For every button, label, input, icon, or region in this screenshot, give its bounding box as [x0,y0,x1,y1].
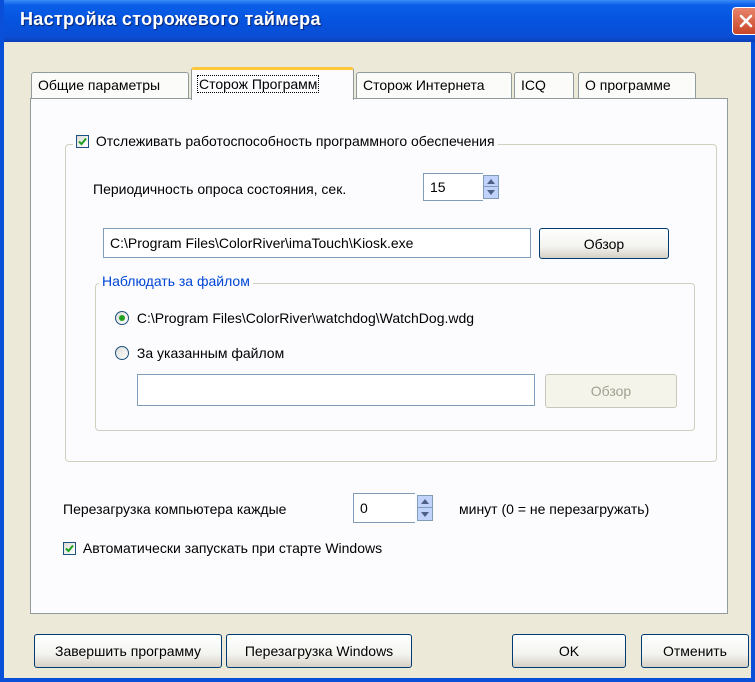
tab-label: ICQ [521,77,546,93]
autostart-label: Автоматически запускать при старте Windo… [82,540,383,557]
radio-custom-file[interactable] [115,346,129,361]
tab-about[interactable]: О программе [578,72,696,98]
restart-windows-button[interactable]: Перезагрузка Windows [226,634,412,668]
reboot-suffix: минут (0 = не перезагружать) [459,501,650,517]
tab-label: Общие параметры [38,77,161,93]
browse-file-button[interactable]: Обзор [545,374,677,408]
close-button[interactable] [732,7,755,35]
spin-down-icon[interactable] [418,508,432,520]
tab-internet-watchdog[interactable]: Сторож Интернета [356,72,512,98]
tab-program-watchdog[interactable]: Сторож Программ [191,67,354,100]
interval-spinner[interactable] [483,175,499,199]
tab-panel: Отслеживать работоспособность программно… [30,98,728,614]
ok-button[interactable]: OK [512,634,626,668]
close-icon [739,14,753,28]
radio-custom-row[interactable]: За указанным файлом [115,344,284,361]
radio-default-file[interactable] [115,311,129,326]
reboot-spinner[interactable] [417,495,433,521]
monitor-checkbox[interactable] [76,134,89,148]
window-title: Настройка сторожевого таймера [20,9,321,29]
tab-general[interactable]: Общие параметры [31,72,189,98]
monitor-checkbox-label: Отслеживать работоспособность программно… [95,133,495,150]
check-icon [78,137,87,146]
tab-icq[interactable]: ICQ [514,72,574,98]
radio-default-label: C:\Program Files\ColorRiver\watchdog\Wat… [136,310,475,327]
watch-file-legend: Наблюдать за файлом [99,273,253,289]
reboot-input[interactable]: 0 [353,493,415,523]
settings-window: Настройка сторожевого таймера Общие пара… [0,0,755,682]
spin-down-icon[interactable] [484,187,498,198]
custom-file-input[interactable] [137,374,535,406]
check-icon [65,544,74,553]
browse-program-button[interactable]: Обзор [539,228,669,259]
program-path-input[interactable]: C:\Program Files\ColorRiver\imaTouch\Kio… [103,228,531,258]
tab-label: Сторож Программ [196,75,320,93]
autostart-checkbox[interactable] [63,541,76,555]
spin-up-icon[interactable] [484,176,498,187]
tab-label: О программе [585,77,671,93]
reboot-label: Перезагрузка компьютера каждые [63,501,287,517]
interval-label: Периодичность опроса состояния, сек. [93,181,347,197]
title-bar[interactable]: Настройка сторожевого таймера [4,0,755,42]
exit-program-button[interactable]: Завершить программу [34,634,222,668]
autostart-row[interactable]: Автоматически запускать при старте Windo… [63,539,382,556]
monitor-checkbox-row[interactable]: Отслеживать работоспособность программно… [73,132,498,150]
tab-label: Сторож Интернета [363,77,485,93]
interval-input[interactable]: 15 [423,173,483,201]
radio-custom-label: За указанным файлом [136,345,285,362]
spin-up-icon[interactable] [418,496,432,508]
radio-default-row[interactable]: C:\Program Files\ColorRiver\watchdog\Wat… [115,309,474,326]
cancel-button[interactable]: Отменить [641,634,749,668]
